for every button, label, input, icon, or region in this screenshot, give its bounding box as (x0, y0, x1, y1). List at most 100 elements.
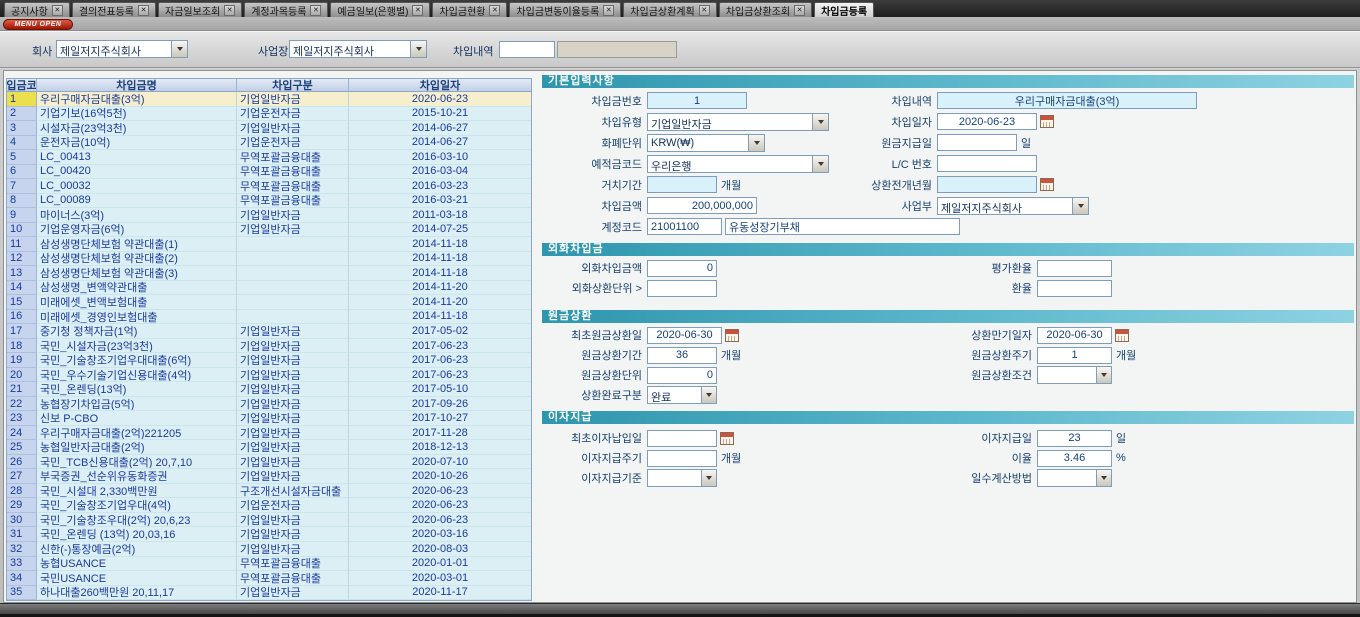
loan-date-input[interactable] (937, 113, 1037, 130)
chevron-down-icon[interactable] (1096, 367, 1111, 383)
table-row[interactable]: 3시설자금(23억3천)기업일반자금2014-06-27 (7, 121, 531, 136)
pre-repay-input[interactable] (937, 176, 1037, 193)
calendar-icon[interactable] (1115, 329, 1129, 342)
interest-cycle-input[interactable] (647, 450, 717, 467)
chevron-down-icon[interactable] (1096, 470, 1111, 486)
table-row[interactable]: 19국민_기술창조기업우대대출(6억)기업일반자금2017-06-23 (7, 353, 531, 368)
table-row[interactable]: 13삼성생명단체보험 약관대출(3)2014-11-18 (7, 266, 531, 281)
branch-select[interactable]: 제일저지주식회사 (289, 40, 427, 58)
chevron-down-icon[interactable] (410, 41, 426, 57)
table-row[interactable]: 28국민_시설대 2,330백만원구조개선시설자금대출2020-06-23 (7, 484, 531, 499)
account-name-input[interactable] (725, 218, 960, 235)
repay-cycle-input[interactable] (1037, 347, 1112, 364)
interest-basis-select[interactable] (647, 469, 717, 487)
table-row[interactable]: 26국민_TCB신용대출(2억) 20,7,10기업일반자금2020-07-10 (7, 455, 531, 470)
table-row[interactable]: 32신한(-)통장예금(2억)기업일반자금2020-08-03 (7, 542, 531, 557)
lc-no-input[interactable] (937, 155, 1037, 172)
principal-day-input[interactable] (937, 134, 1017, 151)
table-row[interactable]: 15미래에셋_변액보험대출2014-11-20 (7, 295, 531, 310)
table-row[interactable]: 8LC_00089무역포괄금융대출2016-03-21 (7, 194, 531, 209)
table-row[interactable]: 11삼성생명단체보험 약관대출(1)2014-11-18 (7, 237, 531, 252)
close-icon[interactable]: ✕ (310, 5, 321, 16)
company-select[interactable]: 제일저지주식회사 (56, 40, 188, 58)
column-header-loan-code[interactable]: 차입금코드 (7, 79, 37, 91)
loan-desc-form-input[interactable] (937, 92, 1197, 109)
table-row[interactable]: 1우리구매자금대출(3억)기업일반자금2020-06-23 (7, 92, 531, 107)
tab-7[interactable]: 차입금변동이율등록✕ (509, 2, 621, 17)
table-row[interactable]: 29국민_기술창조기업우대(4억)기업운전자금2020-06-23 (7, 498, 531, 513)
tab-6[interactable]: 차입금현황✕ (432, 2, 507, 17)
loan-type-select[interactable]: 기업일반자금 (647, 113, 829, 131)
account-code-input[interactable] (647, 218, 722, 235)
column-header-loan-type[interactable]: 차입구분 (237, 79, 349, 91)
tab-3[interactable]: 자금일보조회✕ (158, 2, 242, 17)
first-interest-date-input[interactable] (647, 430, 717, 447)
repay-condition-select[interactable] (1037, 366, 1112, 384)
tab-5[interactable]: 예금일보(은행별)✕ (330, 2, 430, 17)
repay-period-input[interactable] (647, 347, 717, 364)
table-row[interactable]: 6LC_00420무역포괄금융대출2016-03-04 (7, 165, 531, 180)
tab-4[interactable]: 계정과목등록✕ (244, 2, 328, 17)
table-row[interactable]: 14삼성생명_변액약관대출2014-11-20 (7, 281, 531, 296)
table-row[interactable]: 24우리구매자금대출(2억)221205기업일반자금2017-11-28 (7, 426, 531, 441)
table-row[interactable]: 35하나대출260백만원 20,11,17기업일반자금2020-11-17 (7, 586, 531, 601)
table-row[interactable]: 27부국증권_선순위유동화증권기업일반자금2020-10-26 (7, 469, 531, 484)
day-count-method-select[interactable] (1037, 469, 1112, 487)
currency-select[interactable]: KRW(₩) (647, 134, 765, 152)
tab-10[interactable]: 차입금등록 (814, 2, 874, 17)
maturity-date-input[interactable] (1037, 327, 1112, 344)
chevron-down-icon[interactable] (701, 387, 716, 403)
deposit-code-select[interactable]: 우리은행 (647, 155, 829, 173)
eval-rate-input[interactable] (1037, 260, 1112, 277)
chevron-down-icon[interactable] (812, 114, 828, 130)
menu-open-button[interactable]: MENU OPEN (3, 19, 73, 30)
close-icon[interactable]: ✕ (603, 5, 614, 16)
division-select[interactable]: 제일저지주식회사 (937, 197, 1089, 215)
close-icon[interactable]: ✕ (412, 5, 423, 16)
table-row[interactable]: 25농협일반자금대출(2억)기업일반자금2018-12-13 (7, 440, 531, 455)
chevron-down-icon[interactable] (171, 41, 187, 57)
table-row[interactable]: 34국민USANCE무역포괄금융대출2020-03-01 (7, 571, 531, 586)
tab-1[interactable]: 공지사항✕ (4, 2, 70, 17)
exchange-rate-input[interactable] (1037, 280, 1112, 297)
table-row[interactable]: 12삼성생명단체보험 약관대출(2)2014-11-18 (7, 252, 531, 267)
close-icon[interactable]: ✕ (794, 5, 805, 16)
close-icon[interactable]: ✕ (138, 5, 149, 16)
loan-no-input[interactable] (647, 92, 747, 109)
calendar-icon[interactable] (1040, 115, 1054, 128)
table-row[interactable]: 4운전자금(10억)기업운전자금2014-06-27 (7, 136, 531, 151)
calendar-icon[interactable] (1040, 178, 1054, 191)
repay-unit-input[interactable] (647, 367, 717, 384)
close-icon[interactable]: ✕ (224, 5, 235, 16)
table-row[interactable]: 16미래에셋_경영인보험대출2014-11-18 (7, 310, 531, 325)
table-row[interactable]: 21국민_온렌딩(13억)기업일반자금2017-05-10 (7, 382, 531, 397)
table-row[interactable]: 17중기청 정책자금(1억)기업일반자금2017-05-02 (7, 324, 531, 339)
chevron-down-icon[interactable] (701, 470, 716, 486)
loan-amount-input[interactable] (647, 197, 757, 214)
table-row[interactable]: 2기업기보(16억5천)기업운전자금2015-10-21 (7, 107, 531, 122)
table-row[interactable]: 5LC_00413무역포괄금융대출2016-03-10 (7, 150, 531, 165)
column-header-loan-date[interactable]: 차입일자 (349, 79, 531, 91)
interest-rate-input[interactable] (1037, 450, 1112, 467)
chevron-down-icon[interactable] (748, 135, 764, 151)
column-header-loan-name[interactable]: 차입금명 (37, 79, 237, 91)
table-row[interactable]: 9마이너스(3억)기업일반자금2011-03-18 (7, 208, 531, 223)
calendar-icon[interactable] (720, 432, 734, 445)
close-icon[interactable]: ✕ (699, 5, 710, 16)
first-repay-date-input[interactable] (647, 327, 722, 344)
interest-pay-day-input[interactable] (1037, 430, 1112, 447)
calendar-icon[interactable] (725, 329, 739, 342)
tab-9[interactable]: 차입금상환조회✕ (719, 2, 812, 17)
table-row[interactable]: 22농협장기차입금(5억)기업일반자금2017-09-26 (7, 397, 531, 412)
table-row[interactable]: 31국민_온렌딩 (13억) 20,03,16기업일반자금2020-03-16 (7, 527, 531, 542)
fx-unit-input[interactable] (647, 280, 717, 297)
table-row[interactable]: 20국민_우수기술기업신용대출(4억)기업일반자금2017-06-23 (7, 368, 531, 383)
table-row[interactable]: 10기업운영자금(6억)기업일반자금2014-07-25 (7, 223, 531, 238)
close-icon[interactable]: ✕ (489, 5, 500, 16)
table-row[interactable]: 7LC_00032무역포괄금융대출2016-03-23 (7, 179, 531, 194)
loan-desc-search-input[interactable] (499, 41, 555, 58)
grace-period-input[interactable] (647, 176, 717, 193)
fx-amount-input[interactable] (647, 260, 717, 277)
tab-8[interactable]: 차입금상환계획✕ (623, 2, 716, 17)
table-row[interactable]: 23신보 P-CBO기업일반자금2017-10-27 (7, 411, 531, 426)
